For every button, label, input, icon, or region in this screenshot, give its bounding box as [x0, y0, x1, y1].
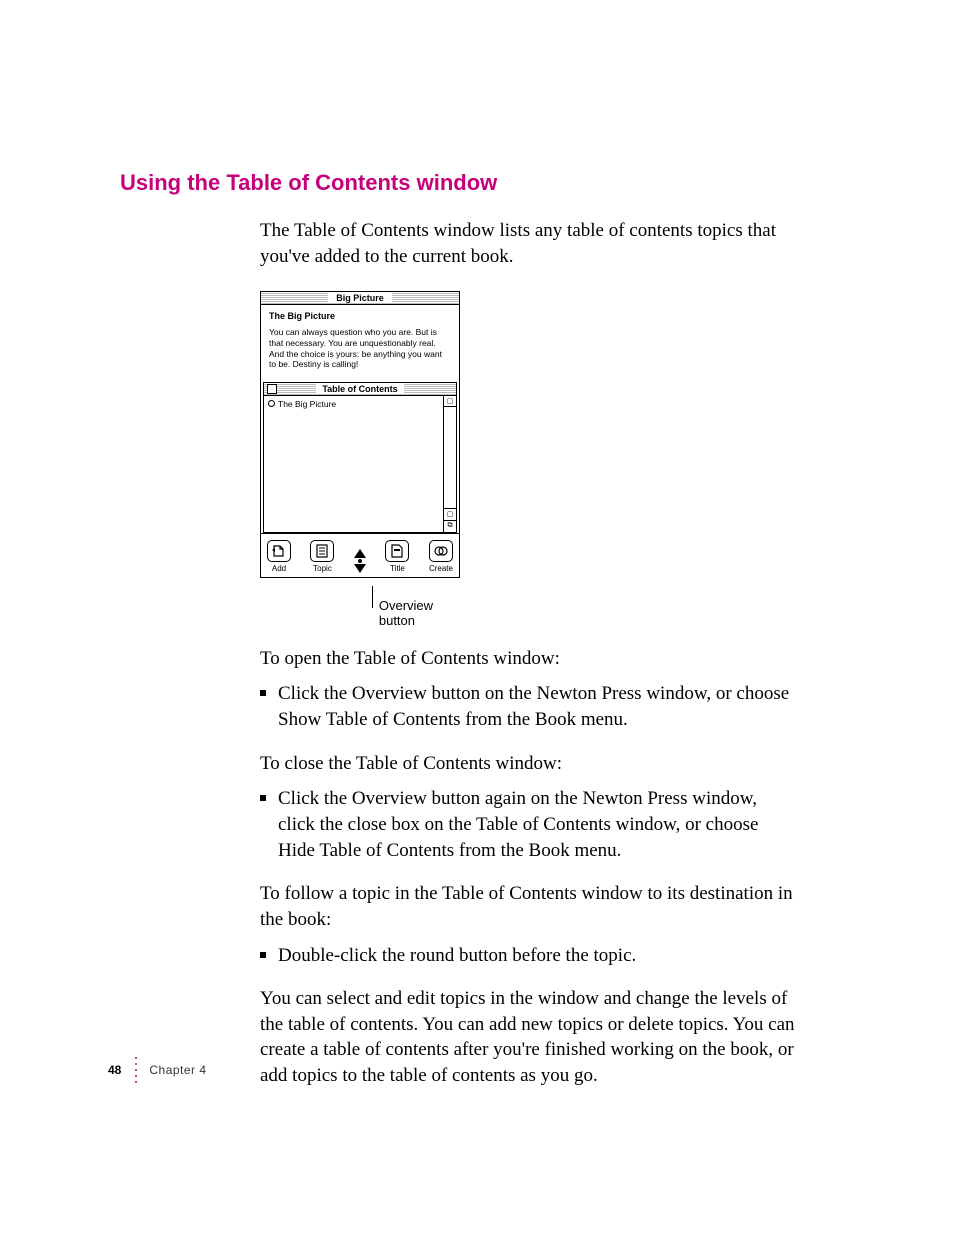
list-item: Double-click the round button before the…	[260, 943, 795, 969]
section-heading: Using the Table of Contents window	[120, 170, 809, 196]
page-number: 48	[108, 1063, 121, 1077]
screenshot-figure: Big Picture The Big Picture You can alwa…	[260, 291, 460, 628]
chapter-label: Chapter 4	[149, 1063, 206, 1077]
window-title: Big Picture	[328, 293, 392, 303]
list-item: Click the Overview button on the Newton …	[260, 681, 795, 732]
follow-heading: To follow a topic in the Table of Conten…	[260, 881, 795, 932]
body-text: To open the Table of Contents window: Cl…	[260, 646, 795, 1089]
document-page: Using the Table of Contents window The T…	[0, 0, 954, 1235]
add-button[interactable]: Add	[267, 540, 291, 573]
dot-icon	[358, 559, 362, 563]
up-arrow-icon	[354, 549, 366, 558]
scrollbar[interactable]: ▢ ▢ ⧉	[444, 396, 456, 532]
topic-button[interactable]: Topic	[310, 540, 334, 573]
toc-list: The Big Picture	[264, 396, 444, 532]
list-item: Click the Overview button again on the N…	[260, 786, 795, 863]
scroll-track[interactable]	[444, 407, 456, 508]
toc-item-label: The Big Picture	[278, 399, 336, 409]
list-item-text: Click the Overview button on the Newton …	[278, 681, 795, 732]
list-item-text: Double-click the round button before the…	[278, 943, 636, 969]
add-icon	[267, 540, 291, 562]
toc-item[interactable]: The Big Picture	[268, 399, 439, 409]
bullet-icon	[260, 690, 266, 696]
window-titlebar: Big Picture	[261, 292, 459, 305]
list-item-text: Click the Overview button again on the N…	[278, 786, 795, 863]
toolbar: Add Topic Title	[261, 533, 459, 577]
close-box-icon[interactable]	[267, 384, 277, 394]
dot-separator-icon	[135, 1055, 137, 1085]
create-button[interactable]: Create	[429, 540, 453, 573]
title-label: Title	[390, 564, 405, 573]
document-text: You can always question who you are. But…	[269, 327, 451, 370]
callout-label: Overview button	[379, 586, 460, 628]
close-heading: To close the Table of Contents window:	[260, 751, 795, 777]
down-arrow-icon	[354, 564, 366, 573]
bullet-icon	[260, 952, 266, 958]
create-label: Create	[429, 564, 453, 573]
callout-line	[372, 586, 373, 608]
scroll-down-icon[interactable]: ▢	[444, 508, 456, 520]
concluding-paragraph: You can select and edit topics in the wi…	[260, 986, 795, 1089]
toc-title: Table of Contents	[316, 384, 403, 394]
open-heading: To open the Table of Contents window:	[260, 646, 795, 672]
toc-titlebar: Table of Contents	[264, 383, 456, 396]
document-heading: The Big Picture	[269, 311, 451, 321]
intro-paragraph: The Table of Contents window lists any t…	[260, 218, 795, 269]
scroll-up-icon[interactable]: ▢	[444, 396, 456, 407]
page-footer: 48 Chapter 4	[108, 1055, 207, 1085]
overview-button[interactable]	[354, 549, 366, 573]
topic-label: Topic	[313, 564, 332, 573]
bullet-icon	[260, 795, 266, 801]
toc-window: Table of Contents The Big Picture ▢ ▢	[263, 382, 457, 533]
document-area: The Big Picture You can always question …	[261, 305, 459, 378]
create-icon	[429, 540, 453, 562]
callout: Overview button	[372, 586, 460, 628]
title-icon	[385, 540, 409, 562]
big-picture-window: Big Picture The Big Picture You can alwa…	[260, 291, 460, 578]
add-label: Add	[272, 564, 286, 573]
topic-icon	[310, 540, 334, 562]
title-button[interactable]: Title	[385, 540, 409, 573]
resize-handle-icon[interactable]: ⧉	[444, 520, 456, 532]
round-button-icon[interactable]	[268, 400, 275, 407]
